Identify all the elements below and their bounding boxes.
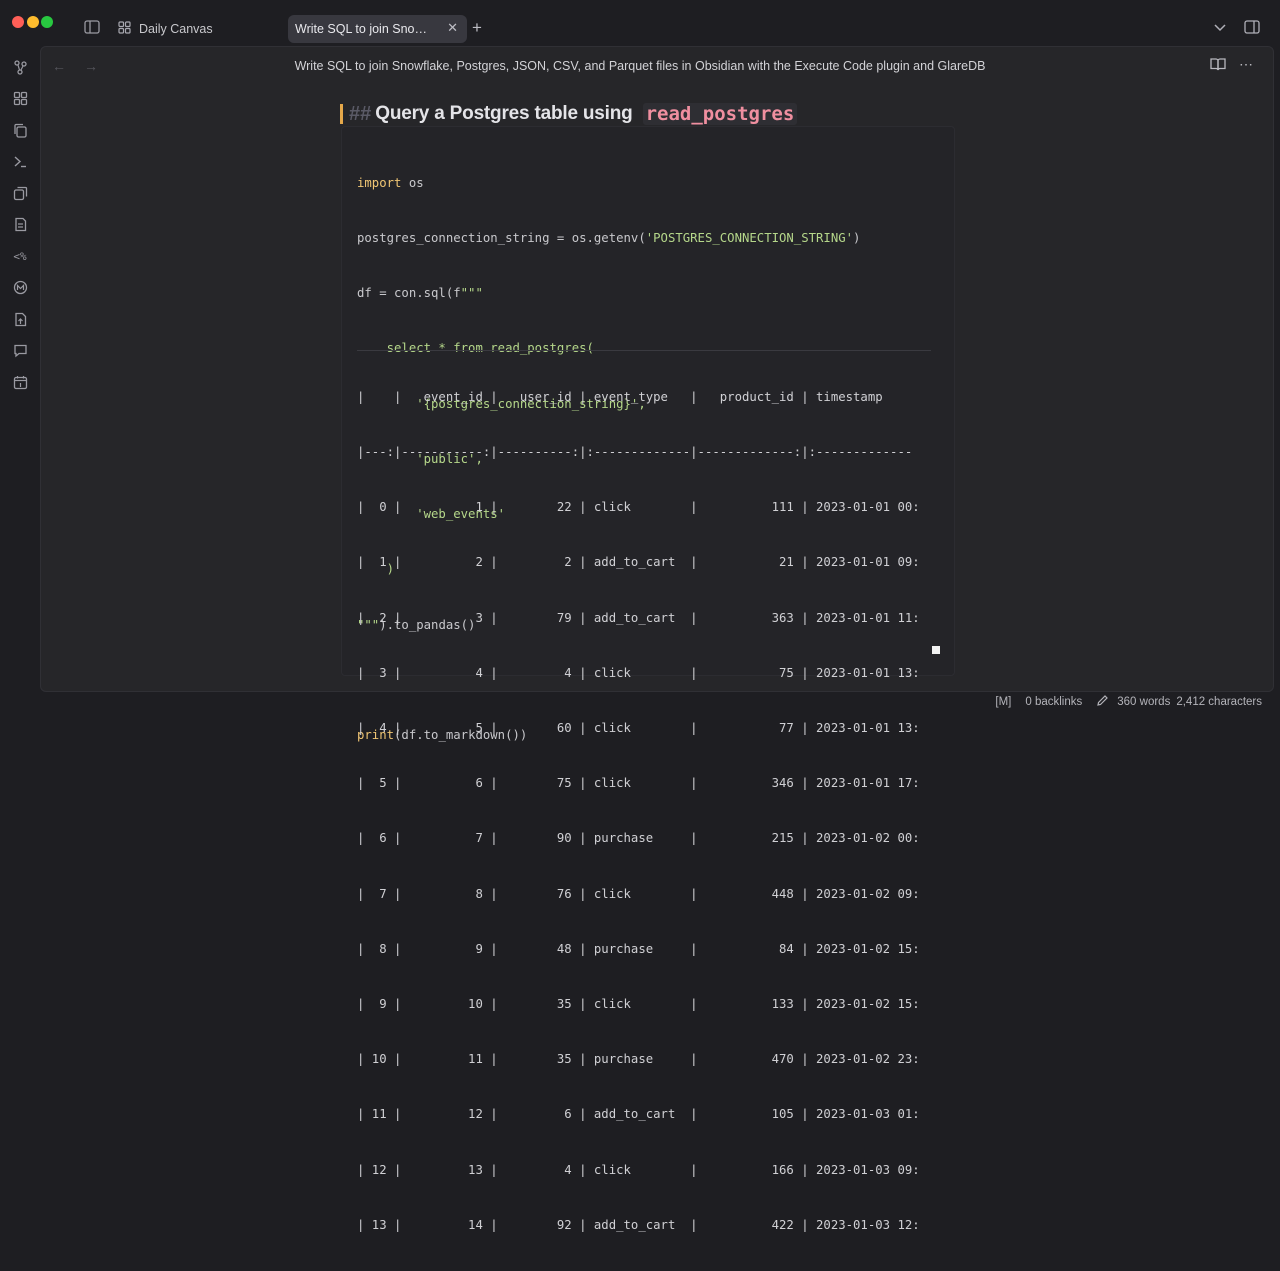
graph-view-icon[interactable]	[10, 57, 30, 77]
edit-pencil-icon[interactable]	[1096, 694, 1109, 710]
status-char-count: 2,412 characters	[1176, 696, 1262, 708]
minimize-window-button[interactable]	[27, 16, 39, 28]
tab-active-note[interactable]: Write SQL to join Snowfl... ✕	[288, 15, 467, 43]
left-ribbon: <%	[0, 46, 40, 720]
code-block[interactable]: import os postgres_connection_string = o…	[341, 126, 955, 1232]
close-tab-icon[interactable]: ✕	[447, 20, 458, 36]
canvas-icon	[118, 21, 131, 37]
terminal-icon[interactable]	[10, 151, 30, 171]
output-line: | 6 | 7 | 90 | purchase | 215 | 2023-01-…	[357, 831, 920, 846]
output-line: | 5 | 6 | 75 | click | 346 | 2023-01-01 …	[357, 776, 920, 791]
sidebar-toggle-icon[interactable]	[84, 20, 100, 37]
markdown-circle-icon[interactable]	[10, 277, 30, 297]
output-line: | 12 | 13 | 4 | click | 166 | 2023-01-03…	[357, 1162, 920, 1177]
output-line: |---:|-----------:|----------:|:--------…	[357, 445, 913, 460]
output-line: | 7 | 8 | 76 | click | 448 | 2023-01-02 …	[357, 886, 920, 901]
output-line: | 2 | 3 | 79 | add_to_cart | 363 | 2023-…	[357, 610, 920, 625]
output-line: | 8 | 9 | 48 | purchase | 84 | 2023-01-0…	[357, 941, 920, 956]
new-tab-icon[interactable]: +	[472, 18, 482, 38]
note-composer-icon[interactable]	[10, 214, 30, 234]
right-sidebar-toggle-icon[interactable]	[1244, 20, 1260, 37]
code-line: postgres_connection_string = os.getenv('…	[357, 231, 861, 246]
tab-daily-canvas[interactable]: Daily Canvas	[110, 16, 288, 42]
templates-icon[interactable]	[10, 183, 30, 203]
output-caret	[932, 646, 940, 654]
tab-label: Write SQL to join Snowfl...	[295, 22, 435, 36]
env-var-string: 'POSTGRES_CONNECTION_STRING'	[645, 231, 854, 246]
code-line: import os	[357, 175, 424, 190]
heading-markers: ##	[349, 102, 372, 125]
status-bar: [M] 0 backlinks 360 words 2,412 characte…	[995, 694, 1262, 710]
title-bar: Daily Canvas Write SQL to join Snowfl...…	[0, 0, 1280, 46]
back-arrow-icon[interactable]: ←	[52, 58, 84, 74]
reading-view-icon[interactable]	[1210, 57, 1226, 74]
maximize-window-button[interactable]	[41, 16, 53, 28]
forward-arrow-icon[interactable]: →	[84, 58, 116, 74]
chat-bubble-icon[interactable]	[10, 340, 30, 360]
calendar-icon[interactable]	[10, 372, 30, 392]
output-line: | 0 | 1 | 22 | click | 111 | 2023-01-01 …	[357, 500, 920, 515]
output-line: | 3 | 4 | 4 | click | 75 | 2023-01-01 13…	[357, 665, 920, 680]
output-line: | 4 | 5 | 60 | click | 77 | 2023-01-01 1…	[357, 721, 920, 736]
code-output: | | event_id | user_id | event_type | pr…	[357, 351, 933, 1271]
file-upload-icon[interactable]	[10, 309, 30, 329]
output-line: | | event_id | user_id | event_type | pr…	[357, 389, 883, 404]
output-line: | 9 | 10 | 35 | click | 133 | 2023-01-02…	[357, 997, 920, 1012]
heading-inline-code: read_postgres	[642, 103, 798, 125]
close-window-button[interactable]	[12, 16, 24, 28]
copy-icon[interactable]	[10, 120, 30, 140]
output-line: | 11 | 12 | 6 | add_to_cart | 105 | 2023…	[357, 1107, 920, 1122]
note-title: Write SQL to join Snowflake, Postgres, J…	[294, 59, 986, 73]
more-options-icon[interactable]: ⋯	[1239, 56, 1253, 73]
nav-arrows: ←→	[52, 58, 116, 74]
status-word-count: 360 words	[1117, 696, 1171, 708]
status-mode[interactable]: [M]	[995, 696, 1011, 708]
section-heading: ## Query a Postgres table using read_pos…	[340, 100, 798, 128]
canvas-icon[interactable]	[10, 88, 30, 108]
status-backlinks[interactable]: 0 backlinks	[1025, 696, 1082, 708]
code-line: df = con.sql(f"""	[357, 286, 483, 301]
text-cursor	[340, 104, 343, 124]
chevron-down-icon[interactable]	[1214, 20, 1226, 35]
output-line: | 1 | 2 | 2 | add_to_cart | 21 | 2023-01…	[357, 555, 920, 570]
heading-text: Query a Postgres table using	[375, 103, 633, 124]
tab-label: Daily Canvas	[139, 22, 213, 36]
output-line: | 13 | 14 | 92 | add_to_cart | 422 | 202…	[357, 1217, 920, 1232]
output-line: | 10 | 11 | 35 | purchase | 470 | 2023-0…	[357, 1052, 920, 1067]
code-percent-icon[interactable]: <%	[10, 246, 30, 266]
